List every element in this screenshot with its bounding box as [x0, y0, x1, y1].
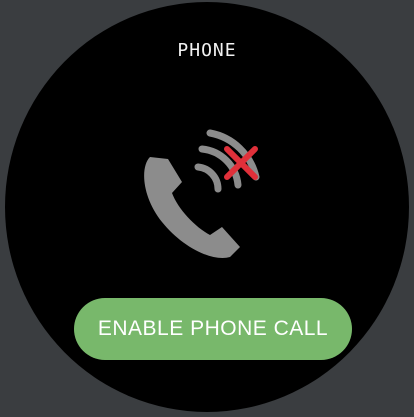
enable-phone-call-button[interactable]: ENABLE PHONE CALL — [74, 298, 352, 360]
phone-disabled-icon — [144, 129, 260, 258]
watch-face: PHONE ENABLE PHONE CALL — [5, 2, 409, 412]
screen: PHONE ENABLE PHONE CALL — [0, 0, 414, 417]
phone-handset-icon — [144, 157, 240, 258]
page-title: PHONE — [177, 40, 237, 61]
signal-wave-1 — [194, 163, 222, 193]
enable-phone-call-label: ENABLE PHONE CALL — [97, 317, 329, 340]
